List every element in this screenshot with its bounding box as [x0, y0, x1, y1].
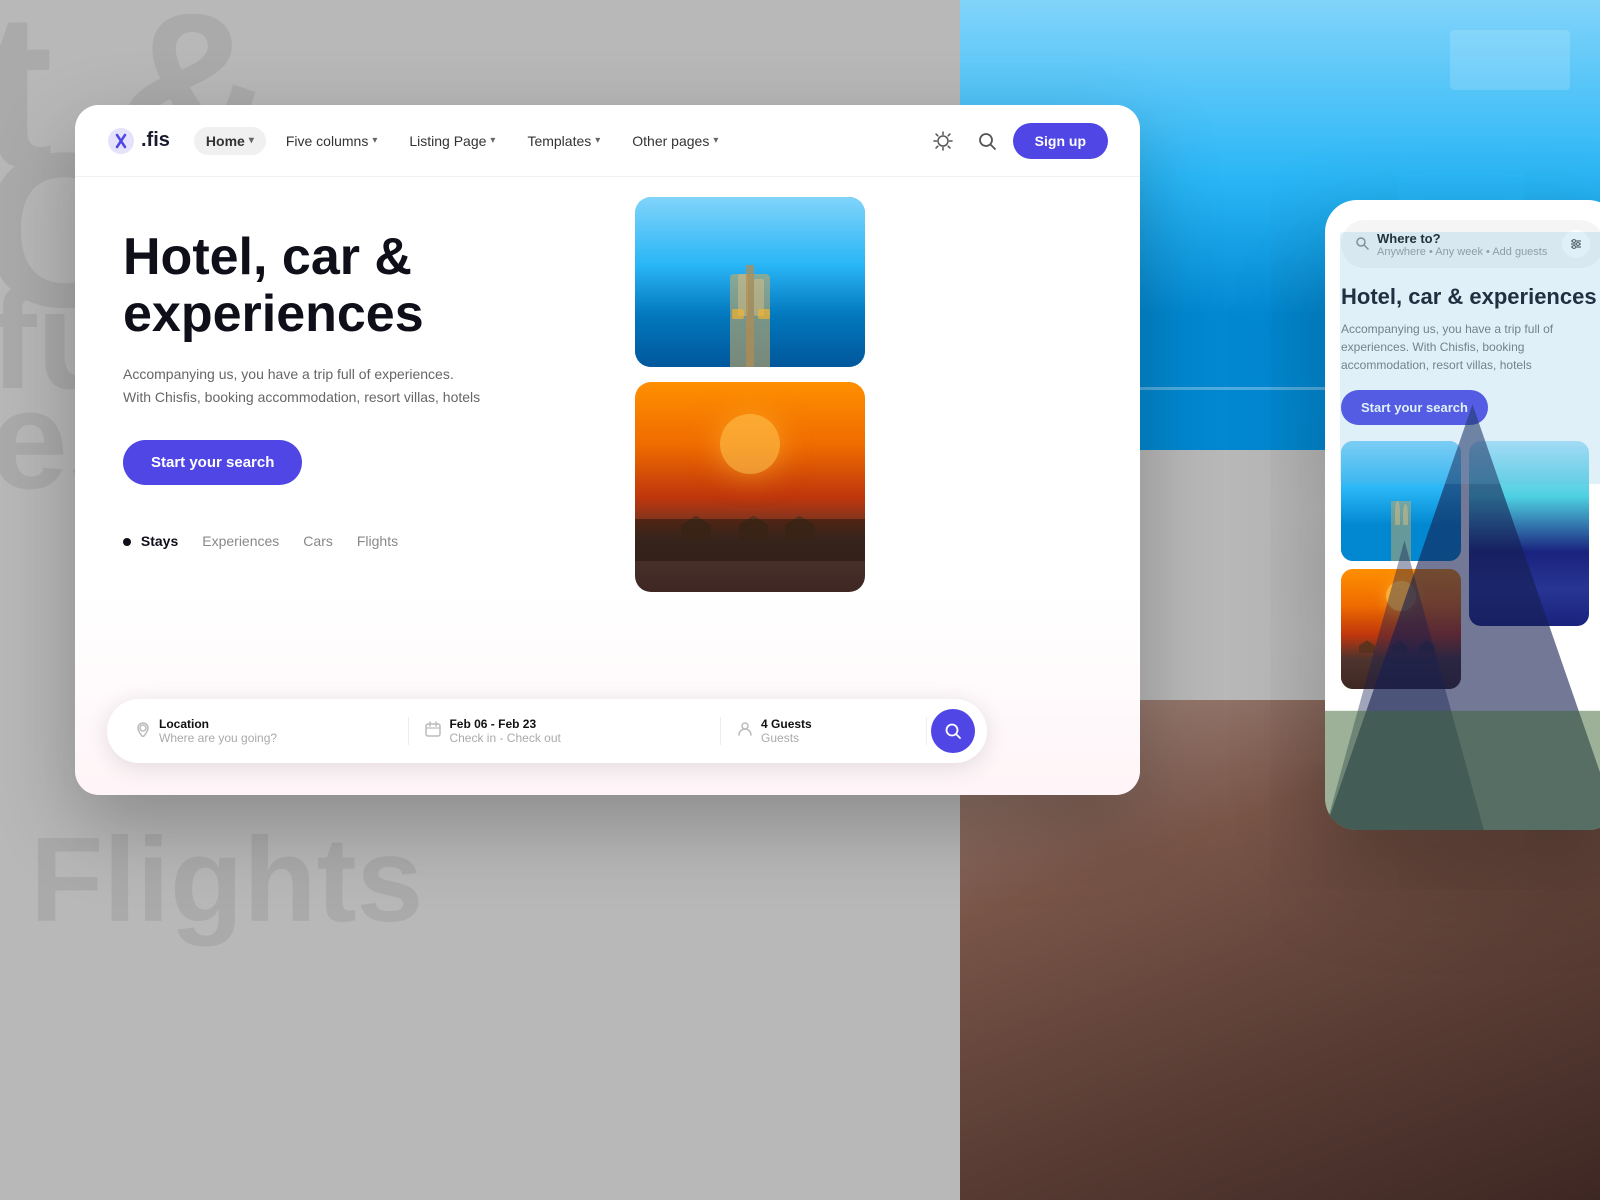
bg-text-5: Flights — [30, 820, 423, 940]
search-submit-button[interactable] — [931, 709, 975, 753]
nav-five-columns[interactable]: Five columns ▾ — [274, 127, 390, 155]
search-icon-button[interactable] — [969, 123, 1005, 159]
guests-field[interactable]: 4 Guests Guests — [721, 717, 927, 745]
other-pages-chevron: ▾ — [713, 135, 718, 146]
signup-button[interactable]: Sign up — [1013, 123, 1108, 159]
nav-other-pages[interactable]: Other pages ▾ — [620, 127, 730, 155]
templates-chevron: ▾ — [595, 135, 600, 146]
logo[interactable]: .fis — [107, 127, 170, 155]
tab-stays[interactable]: Stays — [123, 533, 178, 549]
tab-experiences[interactable]: Experiences — [202, 533, 279, 549]
phone-image-3 — [1469, 441, 1589, 626]
start-search-button[interactable]: Start your search — [123, 440, 302, 485]
theme-toggle-button[interactable] — [925, 123, 961, 159]
navbar: .fis Home ▾ Five columns ▾ Listing Page … — [75, 105, 1140, 177]
listing-chevron: ▾ — [490, 135, 495, 146]
logo-text: .fis — [141, 129, 170, 152]
nav-listing-page[interactable]: Listing Page ▾ — [397, 127, 507, 155]
hero-image-1 — [635, 197, 865, 367]
home-chevron: ▾ — [249, 135, 254, 146]
tab-cars[interactable]: Cars — [303, 533, 333, 549]
logo-icon — [107, 127, 135, 155]
hero-title: Hotel, car & experiences — [123, 229, 587, 343]
hero-image-2 — [635, 382, 865, 592]
hero-subtitle: Accompanying us, you have a trip full of… — [123, 363, 483, 408]
nav-templates[interactable]: Templates ▾ — [515, 127, 612, 155]
nav-home[interactable]: Home ▾ — [194, 127, 266, 155]
five-columns-chevron: ▾ — [372, 135, 377, 146]
tab-flights[interactable]: Flights — [357, 533, 398, 549]
phone-images-grid — [1325, 441, 1600, 689]
hero-left: Hotel, car & experiences Accompanying us… — [75, 177, 635, 795]
browser-window: .fis Home ▾ Five columns ▾ Listing Page … — [75, 105, 1140, 795]
guests-icon — [737, 721, 753, 742]
search-tabs: Stays Experiences Cars Flights — [123, 533, 587, 549]
mobile-phone-preview: Where to? Anywhere • Any week • Add gues… — [1325, 200, 1600, 830]
hero-section: Hotel, car & experiences Accompanying us… — [75, 177, 1140, 795]
